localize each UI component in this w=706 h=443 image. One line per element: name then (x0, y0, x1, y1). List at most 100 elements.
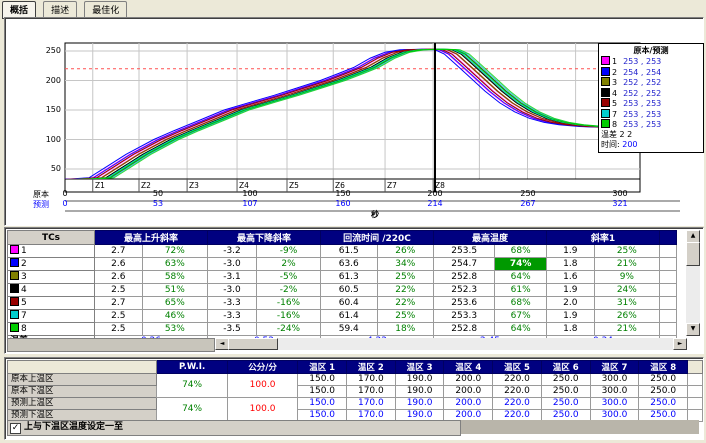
tc-color-chip (601, 77, 610, 86)
zone-temp-cell: 250.0 (541, 374, 590, 386)
zone-temp-cell[interactable]: 200.0 (444, 398, 493, 410)
y-tick-label: 50 (41, 164, 61, 173)
zone-row-label: 预测上温区 (8, 398, 157, 410)
tc-stat-cell: 253.5 (434, 245, 495, 258)
pwi-cell: 74% (157, 398, 227, 422)
y-tick-label: 100 (41, 135, 61, 144)
mid-table-vscrollbar[interactable]: ▲ ▼ (686, 230, 700, 336)
tc-table-row: 22.663%-3.02%63.634%254.774%1.821% (8, 258, 677, 271)
tab-bar: 概括 描述 最佳化 (2, 1, 129, 17)
zone-temp-cell[interactable]: 190.0 (395, 398, 444, 410)
tc-stat-cell: 74% (495, 258, 547, 271)
tc-stat-cell: 18% (377, 323, 433, 336)
zone-temp-cell[interactable]: 170.0 (347, 398, 396, 410)
zone-sync-checkbox[interactable]: ✓ (10, 423, 21, 434)
zone-sync-label: 上与下温区温度设定一至 (24, 422, 123, 432)
time-value: 200 (622, 140, 637, 149)
zone-table-header: 温区 7 (590, 361, 639, 374)
legend-tc-number: 7 (612, 110, 617, 119)
zone-sync-option[interactable]: ✓上与下温区温度设定一至 (7, 420, 461, 436)
tc-stat-cell: 46% (142, 310, 207, 323)
scroll-down-button[interactable]: ▼ (686, 323, 700, 336)
tc-stat-cell: 22% (377, 297, 433, 310)
legend-tc-values: 253 , 253 (623, 57, 661, 66)
tc-color-chip (10, 245, 19, 254)
zone-label: Z5 (289, 181, 299, 190)
tc-stat-cell: 26% (594, 310, 659, 323)
tc-stat-cell: 1.8 (547, 258, 595, 271)
tc-stat-cell: 68% (495, 245, 547, 258)
tc-table-group-header: 最高下降斜率 (208, 231, 321, 245)
tc-stat-cell: 2.7 (95, 245, 143, 258)
conveyor-speed-cell: 100.0 (227, 398, 297, 422)
zone-row-label: 原本下温区 (8, 386, 157, 398)
zone-table-row: 预测上温区74%100.0150.0170.0190.0200.0220.025… (8, 398, 703, 410)
tc-row-header: 4 (8, 284, 95, 297)
zone-temp-cell[interactable]: 250.0 (639, 398, 688, 410)
x-tick-original: 250 (514, 189, 542, 198)
tc-stat-cell: 2.7 (95, 297, 143, 310)
tc-stat-cell: 253.3 (434, 310, 495, 323)
tc-stat-cell: 1.8 (547, 323, 595, 336)
tc-stat-cell: 34% (377, 258, 433, 271)
tempdiff-values: 2 2 (620, 130, 633, 139)
legend-tc-values: 252 , 252 (623, 89, 661, 98)
profile-chart-panel: 25020015010050 Z1Z2Z3Z4Z5Z6Z7Z8 原本 预测 05… (4, 17, 704, 226)
tc-table-corner-header: TCs (8, 231, 95, 245)
mid-table-fixedcol-filler (7, 338, 215, 352)
tc-number: 2 (21, 259, 27, 269)
tc-number: 5 (21, 298, 27, 308)
zone-temp-cell: 150.0 (298, 374, 347, 386)
zone-temp-cell[interactable]: 220.0 (493, 398, 542, 410)
mid-table-hscrollbar[interactable]: ◄ ► (215, 338, 687, 350)
scroll-right-button[interactable]: ► (673, 338, 687, 350)
tc-color-chip (601, 109, 610, 118)
tc-stat-cell: 61.4 (321, 310, 378, 323)
tc-table-row: 82.553%-3.5-24%59.418%252.864%1.821% (8, 323, 677, 336)
tc-stat-cell: 1.6 (547, 271, 595, 284)
zone-table-row: 原本上温区74%100.0150.0170.0190.0200.0220.025… (8, 374, 703, 386)
tc-extra-cell (660, 271, 677, 284)
scroll-left-button[interactable]: ◄ (215, 338, 229, 350)
tc-row-header: 8 (8, 323, 95, 336)
axis-row-predicted-label: 预测 (33, 199, 49, 210)
zone-temp-cell: 250.0 (639, 374, 688, 386)
hscroll-thumb[interactable] (228, 338, 278, 350)
zone-temp-cell: 170.0 (347, 374, 396, 386)
y-tick-label: 200 (41, 76, 61, 85)
tc-extra-cell (660, 310, 677, 323)
tc-number: 1 (21, 246, 27, 256)
tc-stat-cell: 2.5 (95, 323, 143, 336)
tc-table-group-header: 最高上升斜率 (95, 231, 208, 245)
y-tick-label: 150 (41, 105, 61, 114)
tc-stat-cell: 51% (142, 284, 207, 297)
vscroll-thumb[interactable] (686, 242, 700, 266)
tc-stat-cell: 2% (256, 258, 320, 271)
tc-number: 7 (21, 311, 27, 321)
tc-table-group-header: 斜率1 (547, 231, 660, 245)
tc-statistics-panel: TCs最高上升斜率最高下降斜率回流时间 /220C最高温度斜率112.772%-… (4, 227, 704, 354)
tc-color-chip (601, 56, 610, 65)
tc-number: 8 (21, 324, 27, 334)
tc-stat-cell: 1.9 (547, 284, 595, 297)
zone-label: Z3 (189, 181, 199, 190)
zone-extra-cell (688, 398, 703, 410)
tc-stat-cell: 9% (594, 271, 659, 284)
tc-stat-cell: 67% (495, 310, 547, 323)
tc-stat-cell: -3.2 (208, 245, 257, 258)
zone-temp-cell[interactable]: 150.0 (298, 398, 347, 410)
pwi-cell: 74% (157, 374, 227, 398)
tc-stat-cell: 2.0 (547, 297, 595, 310)
tc-stat-cell: 72% (142, 245, 207, 258)
tc-stat-cell: -24% (256, 323, 320, 336)
tc-row-header: 5 (8, 297, 95, 310)
tc-stat-cell: -3.0 (208, 258, 257, 271)
zone-temp-cell: 300.0 (590, 374, 639, 386)
zone-temp-cell[interactable]: 250.0 (541, 398, 590, 410)
zone-temp-cell: 220.0 (493, 386, 542, 398)
legend-tc-values: 253 , 253 (623, 110, 661, 119)
zone-temp-cell[interactable]: 300.0 (590, 398, 639, 410)
legend-tc-row: 3252 , 252 (601, 77, 701, 88)
tc-table-group-header: 最高温度 (434, 231, 547, 245)
tc-stat-cell: 1.9 (547, 245, 595, 258)
